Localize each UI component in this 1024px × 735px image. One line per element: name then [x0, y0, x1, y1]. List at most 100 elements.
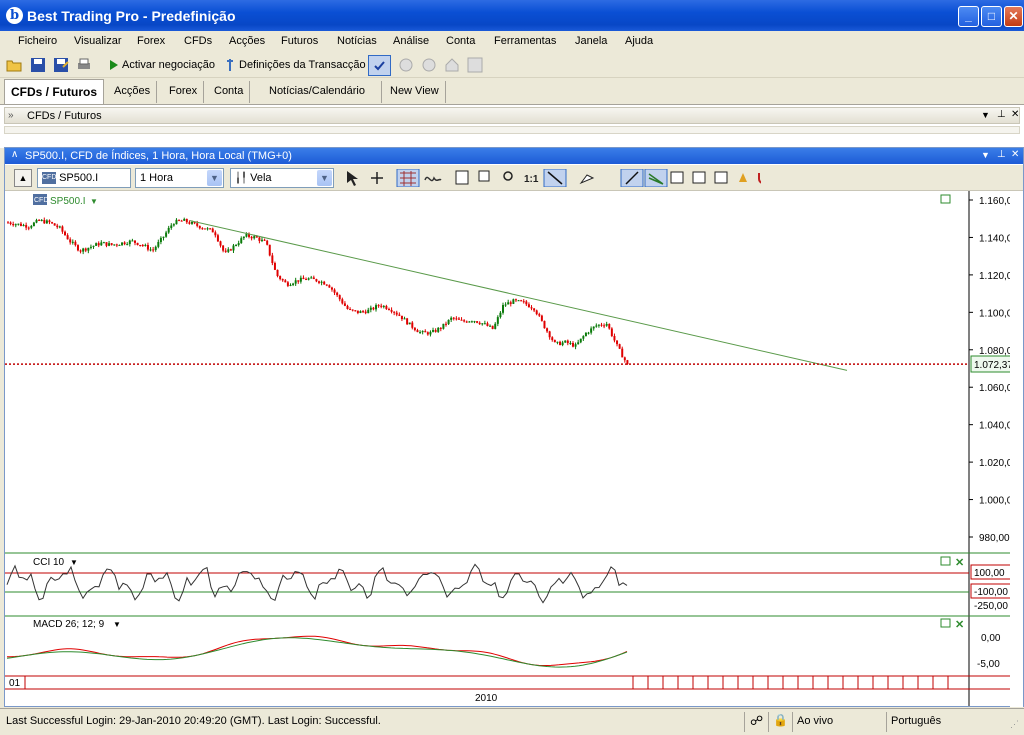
tab-forex[interactable]: Forex [163, 81, 205, 103]
save-icon[interactable] [30, 57, 46, 73]
chevron-down-icon[interactable]: ▼ [207, 170, 222, 186]
candle-body [579, 338, 582, 343]
zoom-reset-icon[interactable]: 1:1 [524, 174, 539, 185]
candle-body [538, 314, 541, 316]
pointer-tool-icon[interactable] [347, 171, 358, 186]
panel-close-icon[interactable]: ✕ [1011, 109, 1019, 120]
export-tool-icon[interactable] [714, 171, 728, 184]
series-dropdown-icon[interactable]: ▼ [90, 197, 98, 206]
candle-body [97, 243, 100, 246]
template-tool-icon[interactable] [670, 171, 684, 184]
app-logo-icon[interactable]: b [6, 7, 23, 24]
menu-futuros[interactable]: Futuros [281, 35, 318, 47]
collapse-up-button[interactable]: ▲ [14, 169, 32, 187]
activate-trading-button[interactable]: Activar negociação [122, 59, 215, 71]
chart-menu-icon[interactable]: ▼ [981, 150, 990, 160]
open-folder-icon[interactable] [6, 57, 22, 73]
candle-body [12, 223, 15, 226]
close-button[interactable]: ✕ [1004, 6, 1023, 27]
candle-body [346, 305, 349, 309]
cci-close-icon[interactable]: ✕ [955, 557, 964, 569]
magnify-tool-icon[interactable] [503, 171, 513, 181]
chart-close-icon[interactable]: ✕ [1011, 149, 1019, 160]
menu-analise[interactable]: Análise [393, 35, 429, 47]
menu-conta[interactable]: Conta [446, 35, 475, 47]
candle-body [592, 326, 595, 329]
menu-ferramentas[interactable]: Ferramentas [494, 35, 556, 47]
timeframe-select[interactable]: 1 Hora ▼ [135, 168, 224, 188]
candle-body [468, 321, 471, 323]
candle-body [533, 308, 536, 311]
compare-tool-icon[interactable] [692, 171, 706, 184]
maximize-button[interactable]: □ [981, 6, 1002, 27]
crosshair-tool-icon[interactable] [371, 172, 383, 184]
symbol-field[interactable]: CFD SP500.I [37, 168, 131, 188]
play-icon[interactable] [106, 57, 122, 73]
minimize-button[interactable]: _ [958, 6, 979, 27]
eraser-tool-icon[interactable] [579, 174, 595, 185]
chart-pin-icon[interactable]: ⊥ [997, 149, 1006, 160]
candle-body [623, 357, 626, 361]
chevron-down-icon[interactable]: ▼ [317, 170, 332, 186]
cci-label[interactable]: CCI 10 [33, 557, 65, 568]
tab-noticias[interactable]: Notícias/Calendário [263, 81, 382, 103]
collapse-arrow-icon[interactable]: » [8, 110, 14, 121]
menu-visualizar[interactable]: Visualizar [74, 35, 122, 47]
candle-body [504, 304, 507, 306]
candle-body [105, 242, 108, 246]
checkmark-toggle[interactable] [368, 55, 391, 76]
candle-body [595, 325, 598, 327]
tab-conta[interactable]: Conta [208, 81, 251, 103]
candle-body [512, 299, 515, 304]
tab-new-view[interactable]: New View [384, 81, 446, 103]
tab-accoes[interactable]: Acções [108, 81, 158, 103]
candle-body [40, 219, 43, 221]
annotate-tool-icon[interactable] [478, 170, 490, 182]
candle-style-icon: ╽╿ [235, 173, 248, 184]
candle-body [237, 243, 240, 245]
candle-body [437, 327, 440, 332]
save-as-icon[interactable] [53, 57, 69, 73]
magnet-icon[interactable] [758, 173, 761, 184]
cci-maximize-icon[interactable] [940, 556, 951, 566]
macd-maximize-icon[interactable] [940, 618, 951, 628]
cci-dropdown-icon[interactable]: ▼ [70, 558, 78, 567]
menu-noticias[interactable]: Notícias [337, 35, 377, 47]
menu-ajuda[interactable]: Ajuda [625, 35, 653, 47]
candle-body [330, 287, 333, 290]
resize-grip-icon[interactable]: ⋰ [1010, 719, 1019, 730]
tab-cfds-futuros[interactable]: CFDs / Futuros [4, 79, 104, 104]
transaction-settings-button[interactable]: Definições da Transacção [239, 59, 366, 71]
menu-forex[interactable]: Forex [137, 35, 165, 47]
print-icon[interactable] [76, 57, 92, 73]
candle-body [146, 244, 149, 250]
zoom-out-icon[interactable] [421, 57, 437, 73]
pane-maximize-icon[interactable] [940, 194, 951, 204]
panel-menu-icon[interactable]: ▼ [981, 110, 990, 120]
candle-body [9, 222, 12, 224]
fib-tool-toggle[interactable] [644, 169, 668, 187]
indicator-tool-icon[interactable] [424, 176, 442, 182]
trend-line[interactable] [189, 220, 848, 371]
menu-cfds[interactable]: CFDs [184, 35, 212, 47]
home-icon[interactable] [444, 57, 460, 73]
alert-bell-icon[interactable] [739, 173, 747, 182]
macd-label[interactable]: MACD 26; 12; 9 [33, 619, 105, 630]
info-tool-icon[interactable] [455, 170, 469, 185]
price-series-label[interactable]: SP500.I [50, 196, 86, 207]
chart-style-select[interactable]: ╽╿ Vela ▼ [230, 168, 334, 188]
menu-accoes[interactable]: Acções [229, 35, 265, 47]
refresh-icon[interactable] [467, 57, 483, 73]
macd-dropdown-icon[interactable]: ▼ [113, 620, 121, 629]
candle-body [297, 280, 300, 282]
zoom-in-icon[interactable] [398, 57, 414, 73]
candle-body [286, 282, 289, 286]
connection-icon: ☍ [750, 713, 764, 728]
candle-body [100, 242, 103, 246]
panel-scrollbar[interactable] [4, 126, 1020, 134]
menu-ficheiro[interactable]: Ficheiro [18, 35, 57, 47]
panel-pin-icon[interactable]: ⊥ [997, 109, 1006, 120]
view-tabs: CFDs / Futuros Acções Forex Conta Notíci… [0, 79, 1024, 104]
menu-janela[interactable]: Janela [575, 35, 607, 47]
macd-close-icon[interactable]: ✕ [955, 619, 964, 631]
